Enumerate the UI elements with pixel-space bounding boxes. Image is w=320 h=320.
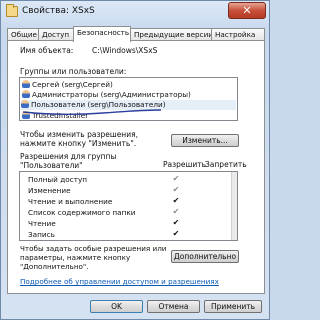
allow-check-icon: ✔ [172,196,180,205]
change-button[interactable]: Изменить... [171,134,239,147]
cancel-button[interactable]: Отмена [147,300,200,313]
annotation-underline [23,109,162,115]
permissions-label: Разрешения для группы "Пользователи" [20,152,117,170]
groups-label: Группы или пользователи: [20,67,127,76]
users-icon [22,90,30,98]
properties-dialog: Свойства: XSxS ✕ Общие Доступ Безопаснос… [0,0,270,320]
permission-row: Запись ✔ [28,229,180,239]
permission-row: Изменение ✔ [28,185,180,195]
allow-check-icon: ✔ [172,218,180,227]
allow-check-icon: ✔ [172,174,180,183]
list-item[interactable]: Сергей (serg\Сергей) [22,80,113,90]
list-item[interactable]: Администраторы (serg\Администраторы) [22,90,191,100]
allow-column-header: Разрешить [163,160,207,169]
folder-icon [6,4,18,17]
allow-check-icon: ✔ [172,207,180,216]
permissions-list[interactable]: Полный доступ ✔ Изменение ✔ Чтение и вып… [19,171,238,241]
deny-column-header: Запретить [205,160,247,169]
permission-row: Чтение ✔ [28,218,180,228]
allow-check-icon: ✔ [172,185,180,194]
special-permissions-hint: Чтобы задать особые разрешения или парам… [20,244,167,271]
access-control-help-link[interactable]: Подробнее об управлении доступом и разре… [20,277,219,286]
permission-row: Чтение и выполнение ✔ [28,196,180,206]
permissions-scrollbar[interactable] [231,172,237,240]
close-button[interactable]: ✕ [228,2,266,19]
title-bar: Свойства: XSxS ✕ [1,1,269,23]
apply-button[interactable]: Применить [204,300,262,313]
permission-row: Список содержимого папки ✔ [28,207,180,217]
change-hint: Чтобы изменить разрешения, нажмите кнопк… [20,130,138,148]
object-name-value: C:\Windows\XSxS [92,46,158,55]
user-icon [22,80,30,88]
object-name-label: Имя объекта: [20,46,74,55]
tab-bar: Общие Доступ Безопасность Предыдущие вер… [7,26,265,42]
allow-check-icon: ✔ [172,229,180,238]
window-title: Свойства: XSxS [22,6,95,16]
tab-security[interactable]: Безопасность [73,26,131,42]
users-icon [21,100,29,108]
advanced-button[interactable]: Дополнительно [171,250,239,263]
permission-row: Полный доступ ✔ [28,174,180,184]
ok-button[interactable]: OK [90,300,143,313]
